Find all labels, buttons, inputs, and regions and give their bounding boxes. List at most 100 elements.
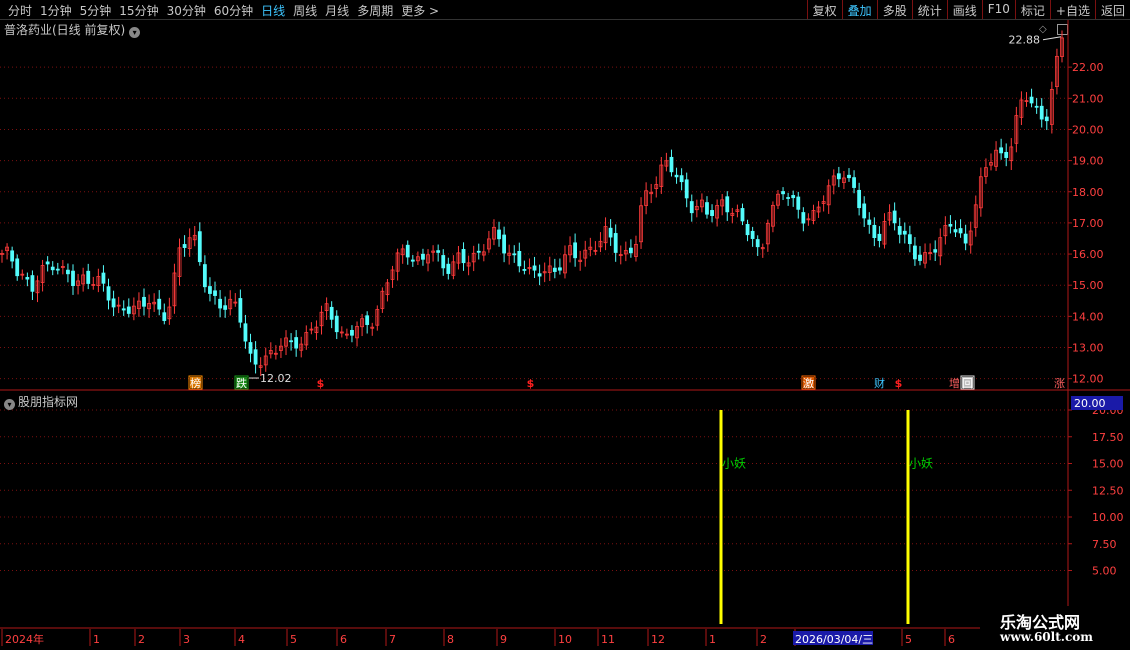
- candle-body: [177, 247, 182, 277]
- candle-body: [208, 286, 212, 294]
- period-tab[interactable]: 30分钟: [163, 2, 210, 19]
- action-button[interactable]: F10: [981, 0, 1015, 19]
- candle-body: [735, 209, 740, 212]
- candle-body: [765, 222, 770, 245]
- candle-body: [329, 306, 334, 320]
- candle-body: [826, 185, 831, 206]
- candle-body: [760, 247, 765, 250]
- event-marker: $: [527, 377, 535, 390]
- candle-body: [137, 300, 141, 310]
- candle-body: [238, 298, 243, 323]
- candle-body: [669, 156, 674, 173]
- candle-body: [1024, 100, 1029, 102]
- marker-box: [188, 375, 203, 390]
- period-tab[interactable]: 分时: [4, 2, 36, 19]
- action-button[interactable]: 多股: [876, 0, 912, 19]
- candle-body: [537, 273, 542, 277]
- period-tab[interactable]: 日线: [257, 2, 289, 19]
- candle-body: [350, 329, 354, 336]
- candle-body: [918, 254, 922, 261]
- action-button[interactable]: 画线: [946, 0, 982, 19]
- date-tick-label: 11: [601, 633, 615, 646]
- period-tab[interactable]: 1分钟: [36, 2, 76, 19]
- date-tick-label: 1: [93, 633, 100, 646]
- price-tick-label: 21.00: [1072, 92, 1104, 105]
- diamond-icon[interactable]: ◇: [1039, 24, 1047, 35]
- candle-body: [715, 205, 720, 219]
- candle-body: [831, 175, 836, 186]
- action-button[interactable]: 复权: [806, 0, 842, 19]
- candle-body: [106, 286, 111, 301]
- action-button[interactable]: 统计: [911, 0, 947, 19]
- candle-body: [527, 267, 532, 270]
- action-button[interactable]: +自选: [1049, 0, 1095, 19]
- period-tab[interactable]: 60分钟: [210, 2, 257, 19]
- signal-bar-label: 小妖: [722, 457, 746, 471]
- candle-body: [152, 301, 157, 305]
- period-tab[interactable]: 5分钟: [76, 2, 116, 19]
- candle-body: [223, 305, 228, 310]
- candle-body: [96, 276, 101, 286]
- event-marker: 跌: [236, 376, 247, 390]
- candle-body: [948, 224, 953, 227]
- price-tick-label: 15.00: [1072, 279, 1104, 292]
- candle-body: [811, 210, 816, 221]
- candle-body: [415, 256, 420, 262]
- date-tick-label: 4: [238, 633, 245, 646]
- action-button[interactable]: 叠加: [841, 0, 877, 19]
- candle-body: [60, 266, 65, 268]
- candle-body: [466, 262, 471, 267]
- event-marker: 回: [962, 377, 973, 390]
- action-button[interactable]: 标记: [1014, 0, 1050, 19]
- candle-body: [187, 237, 192, 249]
- indicator-title-text: 股朋指标网: [18, 395, 79, 409]
- candle-body: [563, 254, 567, 274]
- date-tick-label: 5: [905, 633, 912, 646]
- marker-box: [234, 375, 249, 390]
- candle-body: [522, 269, 527, 271]
- candle-body: [486, 238, 491, 250]
- candle-body: [542, 271, 547, 274]
- candle-body: [847, 174, 851, 179]
- indicator-tick-label: 20.00: [1092, 404, 1124, 417]
- candle-body: [360, 318, 364, 328]
- panel-toggle-icon[interactable]: [1057, 24, 1068, 35]
- candle-body: [821, 201, 826, 204]
- date-tick-label: 12: [651, 633, 665, 646]
- period-tab[interactable]: 月线: [321, 2, 353, 19]
- candle-body: [583, 249, 588, 259]
- candle-body: [294, 337, 299, 349]
- chevron-down-icon[interactable]: ▾: [4, 399, 15, 410]
- candle-body: [517, 250, 522, 267]
- candle-body: [923, 252, 927, 264]
- period-tab[interactable]: 多周期: [353, 2, 397, 19]
- candle-body: [776, 193, 780, 206]
- action-button[interactable]: 返回: [1094, 0, 1130, 19]
- chevron-down-icon[interactable]: ▾: [129, 27, 141, 38]
- candle-body: [71, 270, 75, 287]
- candle-body: [182, 244, 187, 248]
- candle-body: [725, 196, 730, 213]
- current-value-box: [1071, 396, 1123, 410]
- candle-body: [806, 218, 811, 221]
- candle-body: [355, 326, 359, 339]
- candle-body: [451, 261, 456, 276]
- price-tick-label: 14.00: [1072, 310, 1104, 323]
- candle-body: [471, 252, 476, 263]
- candle-body: [1009, 146, 1014, 162]
- stock-title[interactable]: 普洛药业(日线 前复权) ▾: [4, 21, 141, 38]
- candle-body: [1060, 37, 1064, 57]
- period-tab[interactable]: 15分钟: [115, 2, 162, 19]
- period-tab[interactable]: 周线: [289, 2, 321, 19]
- period-tab[interactable]: 更多 >: [397, 2, 443, 19]
- price-chart[interactable]: 12.0013.0014.0015.0016.0017.0018.0019.00…: [0, 0, 1130, 650]
- event-marker: 榜: [190, 376, 201, 390]
- indicator-title[interactable]: ▾ 股朋指标网: [4, 393, 78, 410]
- candle-body: [968, 230, 973, 246]
- marker-fill: [803, 377, 814, 388]
- candle-body: [497, 229, 501, 240]
- candle-body: [872, 224, 877, 238]
- candle-body: [984, 167, 988, 177]
- candle-body: [512, 253, 517, 256]
- candle-body: [243, 323, 248, 342]
